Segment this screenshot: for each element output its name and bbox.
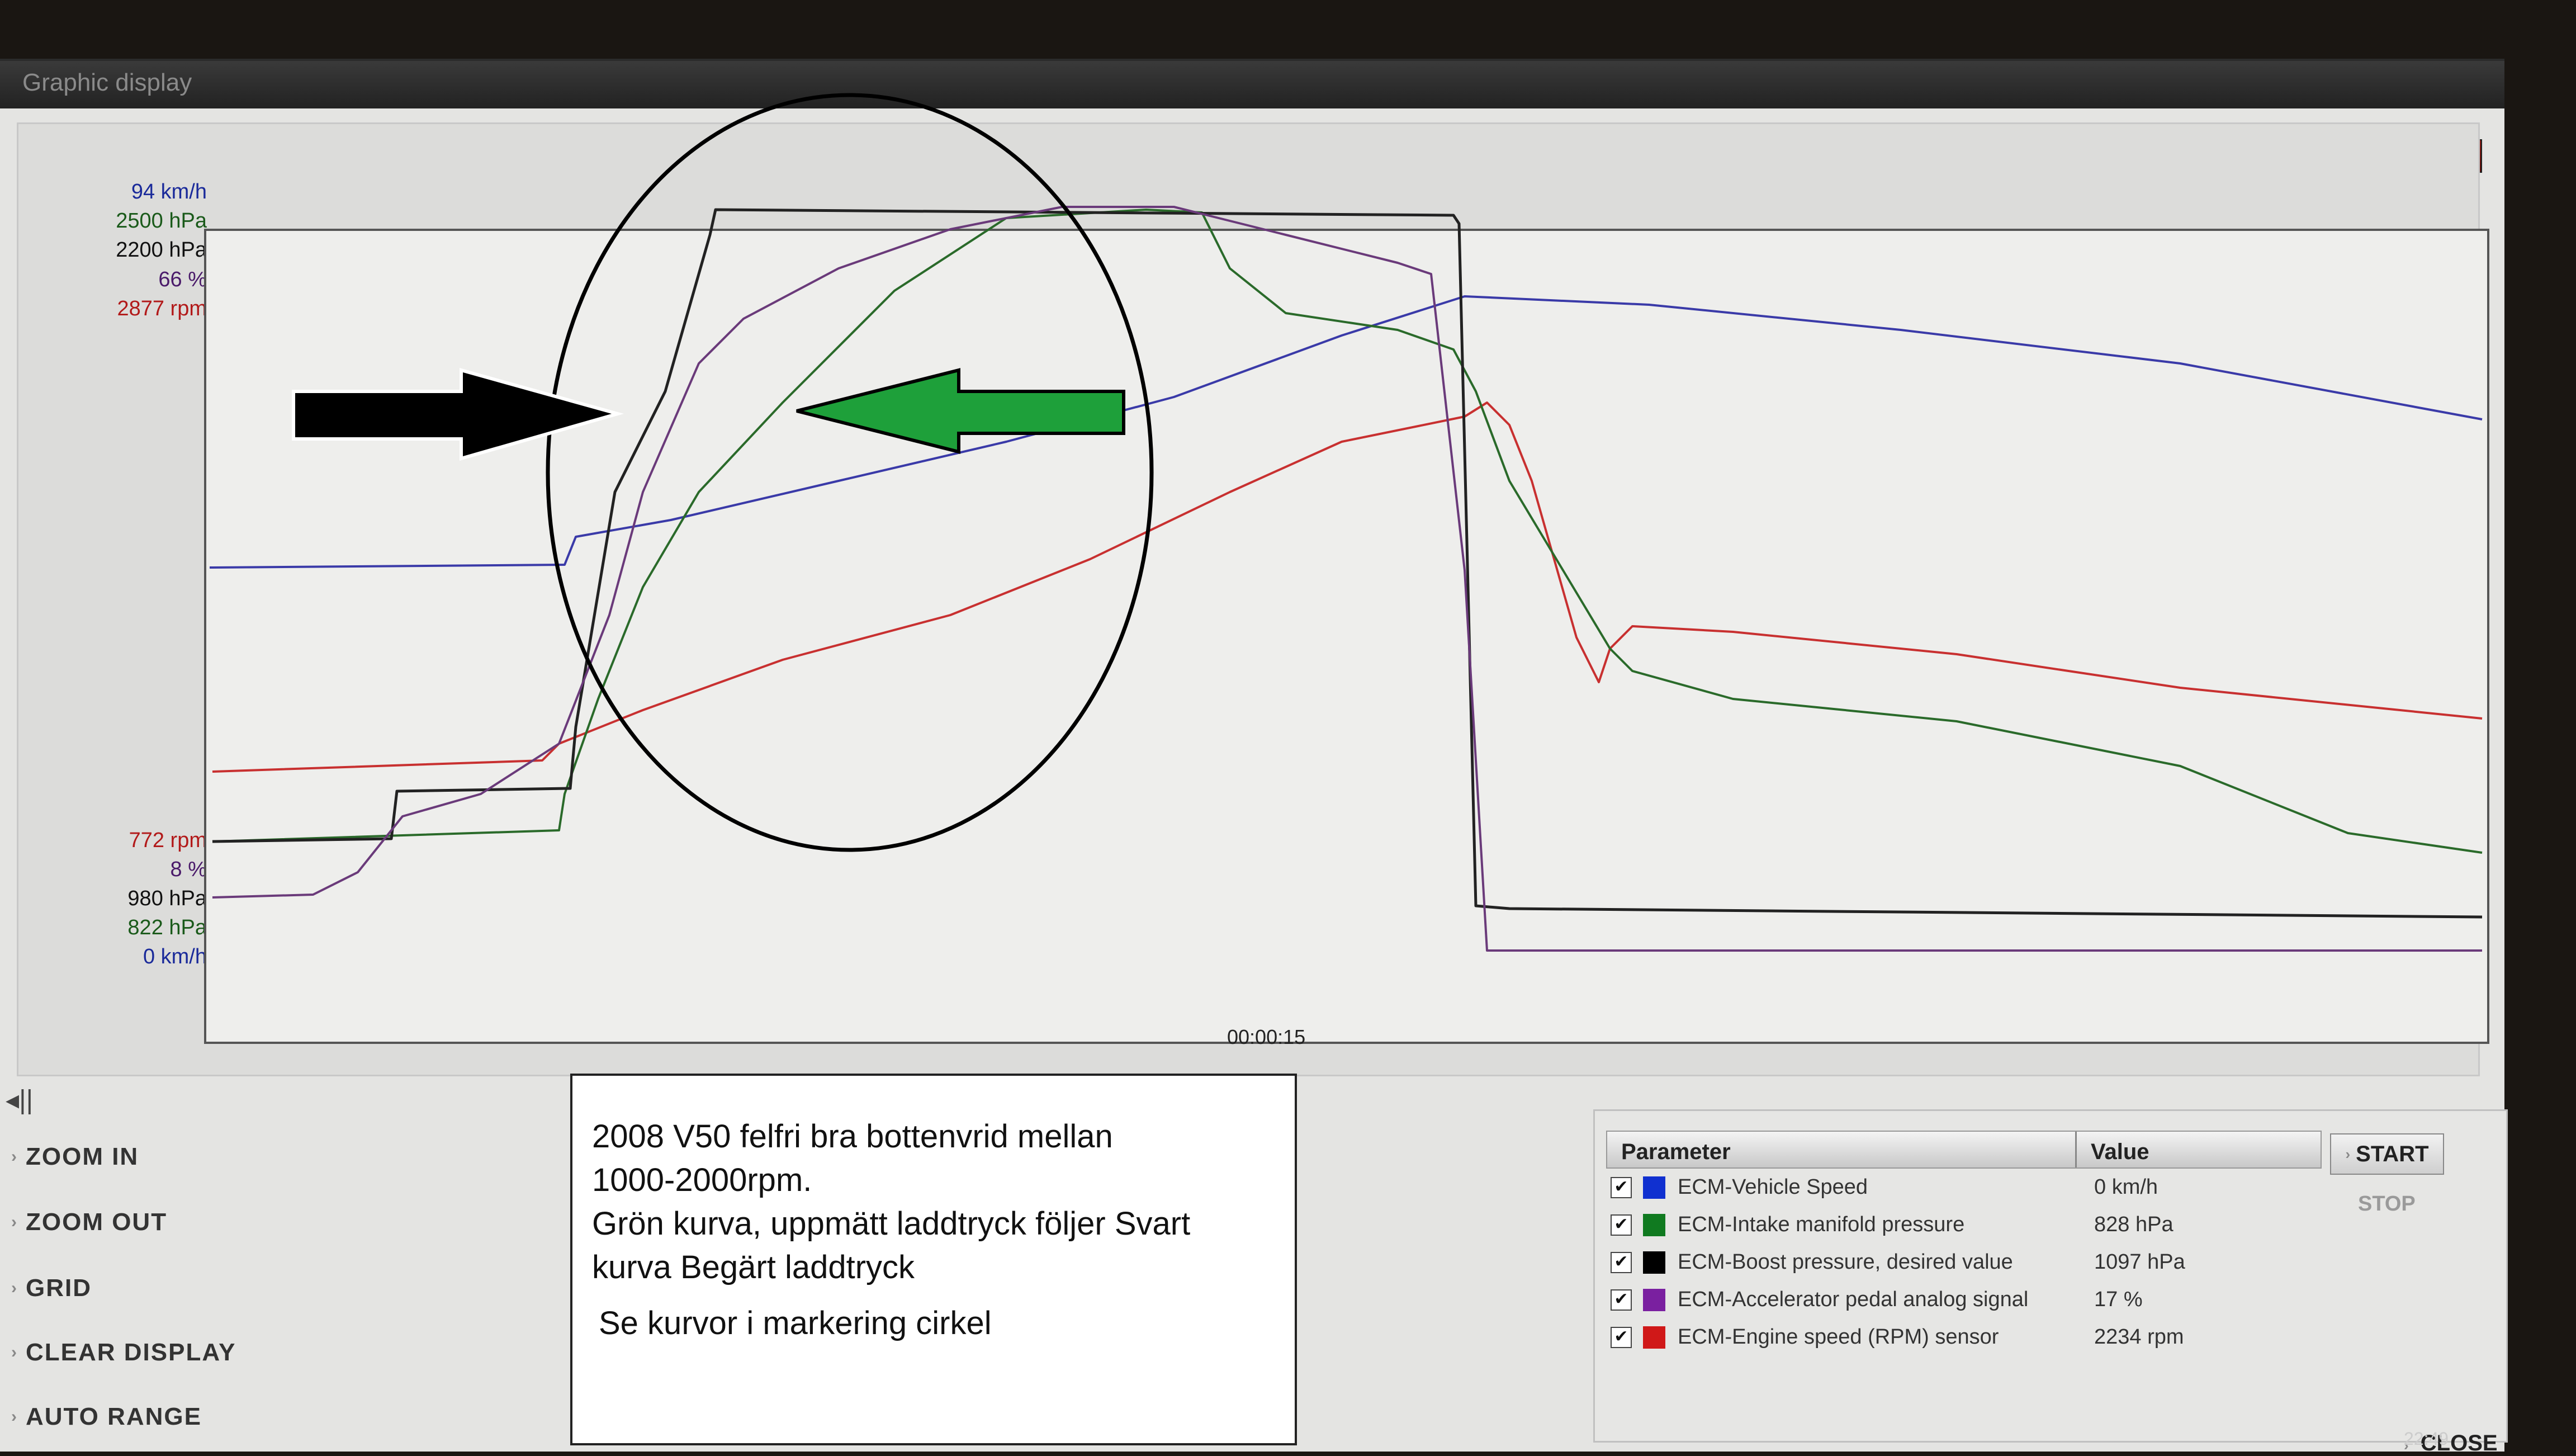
note-line-3: Grön kurva, uppmätt laddtryck följer Sva… <box>592 1206 1191 1242</box>
note-line-5: Se kurvor i markering cirkel <box>599 1305 992 1341</box>
clock: 22:49 <box>2404 1429 2449 1449</box>
note-line-1: 2008 V50 felfri bra bottenvrid mellan <box>592 1118 1113 1155</box>
black-arrow-icon <box>292 368 624 461</box>
annotation-note: 2008 V50 felfri bra bottenvrid mellan 10… <box>570 1074 1297 1445</box>
note-line-2: 1000-2000rpm. <box>592 1162 812 1198</box>
green-arrow-icon <box>796 368 1125 454</box>
note-line-4: kurva Begärt laddtryck <box>592 1249 915 1285</box>
highlight-circle <box>546 93 1154 852</box>
